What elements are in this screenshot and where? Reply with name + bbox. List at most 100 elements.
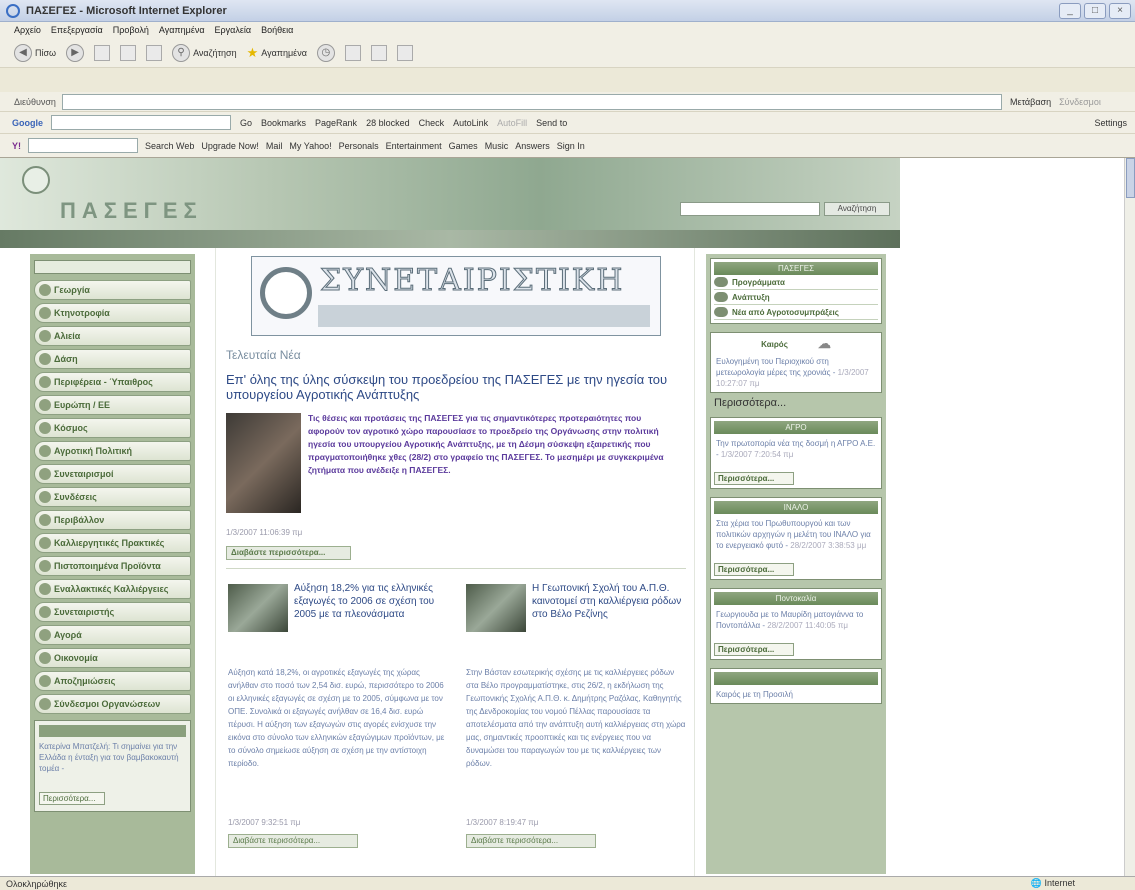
inalo-more-button[interactable]: Περισσότερα... [714,563,794,576]
nav-item[interactable]: Περιβάλλον [34,510,191,530]
google-pagerank[interactable]: PageRank [315,118,357,128]
nav-item[interactable]: Εναλλακτικές Καλλιέργειες [34,579,191,599]
google-search-input[interactable] [51,115,231,130]
main-lead-text: Τις θέσεις και προτάσεις της ΠΑΣΕΓΕΣ για… [308,413,664,475]
edit-icon[interactable] [396,44,413,61]
yahoo-sign-in[interactable]: Sign In [557,141,585,151]
maximize-button[interactable]: □ [1084,2,1106,19]
weather-more-button[interactable]: Περισσότερα... [714,397,882,409]
nav-item[interactable]: Περιφέρεια - Ύπαιθρος [34,372,191,392]
refresh-icon[interactable] [120,44,137,61]
google-spellcheck[interactable]: Check [419,118,445,128]
nav-item[interactable]: Πιστοποιημένα Προϊόντα [34,556,191,576]
google-settings[interactable]: Settings [1094,118,1127,128]
coop-banner-strip [318,305,650,327]
nav-item[interactable]: Αγορά [34,625,191,645]
yahoo-search-web[interactable]: Search Web [145,141,194,151]
site-search-button[interactable]: Αναζήτηση [824,202,890,216]
pasegés-link[interactable]: Νέα από Αγροτοσυμπράξεις [714,305,878,320]
leaf-icon [39,491,51,503]
print-icon[interactable] [370,44,387,61]
pasegés-link[interactable]: Προγράμματα [714,275,878,290]
site-search-input[interactable] [680,202,820,216]
news-photo[interactable] [466,584,526,632]
main-read-more-button[interactable]: Διαβάστε περισσότερα... [226,546,351,560]
menu-favorites[interactable]: Αγαπημένα [159,25,205,35]
favorites-button[interactable]: ★ Αγαπημένα [247,45,307,61]
nav-item[interactable]: Σύνδεσμοι Οργανώσεων [34,694,191,714]
go-button[interactable]: Μετάβαση [1010,97,1051,107]
pontos-more-button[interactable]: Περισσότερα... [714,643,794,656]
news-title[interactable]: Αύξηση 18,2% για τις ελληνικές εξαγωγές … [294,582,444,621]
menu-file[interactable]: Αρχείο [14,25,41,35]
mail-icon[interactable] [344,44,361,61]
yahoo-games[interactable]: Games [449,141,478,151]
nav-item[interactable]: Καλλιεργητικές Πρακτικές [34,533,191,553]
news-read-more-button[interactable]: Διαβάστε περισσότερα... [228,834,358,848]
nav-item[interactable]: Οικονομία [34,648,191,668]
yahoo-music[interactable]: Music [485,141,509,151]
vertical-scrollbar[interactable] [1124,158,1135,876]
left-box-more-button[interactable]: Περισσότερα... [39,792,105,805]
left-box-text[interactable]: Κατερίνα Μπατζελή: Τι σημαίνει για την Ε… [39,741,186,774]
menu-bar: Αρχείο Επεξεργασία Προβολή Αγαπημένα Εργ… [0,22,1135,38]
search-button[interactable]: ⚲ Αναζήτηση [172,43,237,62]
nav-item[interactable]: Αλιεία [34,326,191,346]
news-title[interactable]: Η Γεωπονική Σχολή του Α.Π.Θ. καινοτομεί … [532,582,682,621]
agro-more-button[interactable]: Περισσότερα... [714,472,794,485]
last-box-text[interactable]: Καιρός με τη Προσιλή [714,689,878,700]
address-input[interactable] [62,93,1002,110]
standard-toolbar: ◀ Πίσω ▶ ⚲ Αναζήτηση ★ Αγαπημένα ◷ [0,38,1135,68]
coop-banner[interactable]: ΣΥΝΕΤΑΙΡΙΣΤΙΚΗ [251,256,661,336]
nav-item[interactable]: Αποζημιώσεις [34,671,191,691]
yahoo-my-yahoo[interactable]: My Yahoo! [289,141,331,151]
news-photo[interactable] [228,584,288,632]
weather-text[interactable]: Ευλογημένη του Περιοχικού στη μετεωρολογ… [714,356,878,389]
google-autolink[interactable]: AutoLink [453,118,488,128]
google-popups-blocked[interactable]: 28 blocked [366,118,410,128]
nav-item[interactable]: Συνεταιριστής [34,602,191,622]
forward-button[interactable]: ▶ [66,43,85,62]
inalo-text[interactable]: Στα χέρια του Πρωθυπουργού και των πολιτ… [714,518,878,551]
stop-icon[interactable] [94,44,111,61]
nav-item[interactable]: Αγροτική Πολιτική [34,441,191,461]
menu-tools[interactable]: Εργαλεία [215,25,252,35]
yahoo-entertainment[interactable]: Entertainment [386,141,442,151]
menu-help[interactable]: Βοήθεια [261,25,293,35]
google-bookmarks[interactable]: Bookmarks [261,118,306,128]
yahoo-answers[interactable]: Answers [515,141,550,151]
nav-item[interactable]: Κόσμος [34,418,191,438]
minimize-button[interactable]: _ [1059,2,1081,19]
yahoo-mail[interactable]: Mail [266,141,283,151]
links-button[interactable]: Σύνδεσμοι [1059,97,1101,107]
main-news-photo[interactable] [226,413,301,513]
nav-item[interactable]: Συνεταιρισμοί [34,464,191,484]
menu-view[interactable]: Προβολή [113,25,149,35]
pasegés-link[interactable]: Ανάπτυξη [714,290,878,305]
nav-item[interactable]: Κτηνοτροφία [34,303,191,323]
nav-item[interactable]: Γεωργία [34,280,191,300]
news-read-more-button[interactable]: Διαβάστε περισσότερα... [466,834,596,848]
agro-text[interactable]: Την πρωτοπορία νέα της δοσμή η ΑΓΡΟ Α.Ε.… [714,438,878,460]
yahoo-upgrade[interactable]: Upgrade Now! [201,141,259,151]
google-autofill[interactable]: AutoFill [497,118,527,128]
home-icon[interactable] [146,44,163,61]
nav-item[interactable]: Ευρώπη / ΕΕ [34,395,191,415]
pontos-text[interactable]: Γεωργιουδα με το Μαυρίδη ματογιάννα το Π… [714,609,878,631]
yahoo-search-input[interactable] [28,138,138,153]
leaf-icon [714,292,728,302]
close-button[interactable]: × [1109,2,1131,19]
menu-edit[interactable]: Επεξεργασία [51,25,103,35]
history-icon[interactable]: ◷ [316,43,335,62]
leaf-icon [39,675,51,687]
left-navigation: Γεωργία Κτηνοτροφία Αλιεία Δάση Περιφέρεια -… [30,254,195,874]
nav-item[interactable]: Δάση [34,349,191,369]
scrollbar-thumb[interactable] [1126,158,1135,198]
nav-item[interactable]: Συνδέσεις [34,487,191,507]
back-button[interactable]: ◀ Πίσω [14,43,56,62]
yahoo-personals[interactable]: Personals [339,141,379,151]
google-send-to[interactable]: Send to [536,118,567,128]
main-headline[interactable]: Επ' όλης της ύλης σύσκεψη του προεδρείου… [226,372,686,402]
security-zone: 🌐 Internet [1030,878,1075,888]
google-go-button[interactable]: Go [240,118,252,128]
